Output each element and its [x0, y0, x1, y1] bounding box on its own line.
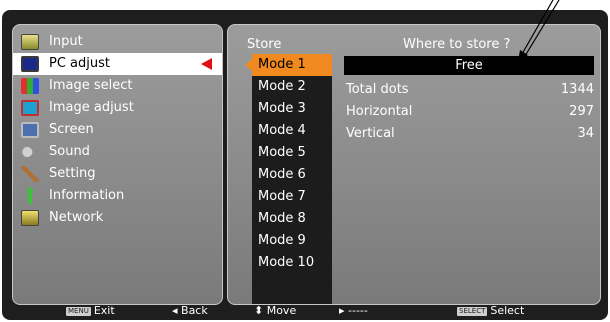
- select-label: Select: [490, 304, 525, 317]
- where-to-store-label: Where to store ?: [403, 37, 511, 52]
- mode-item-5[interactable]: Mode 5: [252, 142, 332, 164]
- menu-item-label: Image select: [49, 78, 133, 93]
- exit-label: Exit: [93, 304, 115, 317]
- menu-item-image-select[interactable]: Image select: [13, 75, 222, 97]
- selection-pointer-icon: [201, 58, 212, 70]
- menu-item-sound[interactable]: Sound: [13, 141, 222, 163]
- mode-item-1[interactable]: Mode 1: [252, 54, 332, 76]
- store-panel: Store Where to store ? Mode 1 Mode 2 Mod…: [227, 24, 601, 305]
- horizontal-value: 297: [569, 104, 594, 119]
- osd-frame: Input PC adjust Image select Image adjus…: [2, 10, 608, 320]
- total-dots-row: Total dots 1344: [346, 79, 594, 101]
- menu-key-icon: MENU: [66, 307, 91, 316]
- menu-item-setting[interactable]: Setting: [13, 163, 222, 185]
- back-hint[interactable]: ◂ Back: [172, 304, 208, 318]
- vertical-row: Vertical 34: [346, 123, 594, 145]
- dash-hint: ▸ -----: [339, 304, 368, 317]
- menu-item-label: Network: [49, 210, 104, 225]
- mode-item-7[interactable]: Mode 7: [252, 186, 332, 208]
- menu-item-information[interactable]: Information: [13, 185, 222, 207]
- menu-item-label: Setting: [49, 166, 96, 181]
- menu-item-screen[interactable]: Screen: [13, 119, 222, 141]
- menu-item-label: Input: [49, 34, 83, 49]
- input-icon: [21, 34, 39, 50]
- main-menu-panel: Input PC adjust Image select Image adjus…: [12, 24, 223, 305]
- vertical-label: Vertical: [346, 126, 395, 141]
- horizontal-row: Horizontal 297: [346, 101, 594, 123]
- vertical-value: 34: [577, 126, 594, 141]
- image-adjust-icon: [21, 100, 39, 116]
- total-dots-label: Total dots: [346, 82, 409, 97]
- mode-item-2[interactable]: Mode 2: [252, 76, 332, 98]
- free-status-box: Free: [344, 56, 594, 75]
- menu-item-label: Sound: [49, 144, 90, 159]
- menu-item-label: Screen: [49, 122, 94, 137]
- move-hint: ⬍ Move: [254, 304, 297, 317]
- pc-adjust-icon: [21, 56, 39, 72]
- information-icon: [21, 188, 39, 204]
- mode-item-9[interactable]: Mode 9: [252, 230, 332, 252]
- total-dots-value: 1344: [560, 82, 594, 97]
- mode-item-8[interactable]: Mode 8: [252, 208, 332, 230]
- exit-hint[interactable]: MENU Exit: [66, 304, 115, 318]
- menu-item-pc-adjust[interactable]: PC adjust: [13, 53, 222, 75]
- select-key-icon: SELECT: [457, 307, 488, 316]
- select-hint[interactable]: SELECT Select: [457, 304, 524, 318]
- screen-icon: [21, 122, 39, 138]
- image-select-icon: [21, 78, 39, 94]
- menu-item-input[interactable]: Input: [13, 31, 222, 53]
- menu-item-image-adjust[interactable]: Image adjust: [13, 97, 222, 119]
- footer-hint-bar: MENU Exit ◂ Back ⬍ Move ▸ ----- SELECT Sel…: [2, 302, 608, 320]
- menu-item-label: Image adjust: [49, 100, 134, 115]
- menu-item-label: Information: [49, 188, 125, 203]
- menu-item-network[interactable]: Network: [13, 207, 222, 229]
- network-icon: [21, 210, 39, 226]
- mode-item-6[interactable]: Mode 6: [252, 164, 332, 186]
- menu-item-label: PC adjust: [49, 56, 110, 71]
- mode-item-3[interactable]: Mode 3: [252, 98, 332, 120]
- horizontal-label: Horizontal: [346, 104, 413, 119]
- mode-item-10[interactable]: Mode 10: [252, 252, 332, 274]
- mode-item-4[interactable]: Mode 4: [252, 120, 332, 142]
- store-title: Store: [247, 37, 282, 52]
- main-menu: Input PC adjust Image select Image adjus…: [13, 25, 222, 229]
- mode-list: Mode 1 Mode 2 Mode 3 Mode 4 Mode 5 Mode …: [252, 54, 332, 304]
- setting-icon: [21, 166, 39, 182]
- sound-icon: [21, 144, 39, 160]
- mode-pointer-icon: [245, 59, 252, 71]
